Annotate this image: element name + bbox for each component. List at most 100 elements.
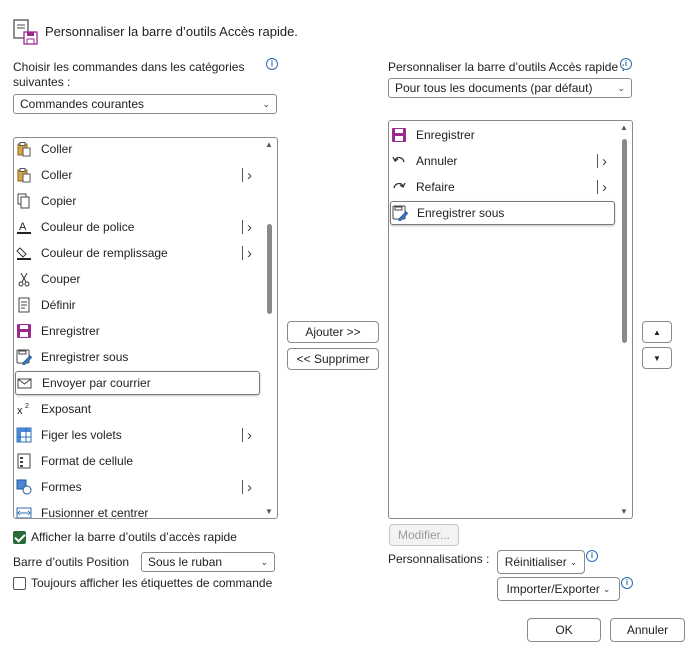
cancel-button[interactable]: Annuler (610, 618, 685, 642)
remove-button[interactable]: << Supprimer (287, 348, 379, 370)
list-item[interactable]: Format de cellule (15, 449, 260, 473)
category-select-value: Commandes courantes (20, 97, 145, 111)
list-item-label: Copier (41, 194, 77, 208)
list-item[interactable]: Envoyer par courrier (15, 371, 260, 395)
modify-button[interactable]: Modifier... (389, 524, 459, 546)
list-item-label: Enregistrer (416, 128, 475, 142)
list-item-label: Couper (41, 272, 81, 286)
list-item[interactable]: x 2 Exposant (15, 397, 260, 421)
list-item[interactable]: Enregistrer sous (390, 201, 615, 225)
mail-icon (16, 374, 34, 392)
list-item-label: Enregistrer sous (41, 350, 129, 364)
list-item[interactable]: Copier (15, 189, 260, 213)
always-show-labels-label: Toujours afficher les étiquettes de comm… (31, 576, 273, 590)
commands-listbox[interactable]: Coller Coller › Copier A Couleur de police › Co… (13, 137, 278, 519)
choose-commands-label-line2: suivantes : (13, 75, 71, 89)
add-button[interactable]: Ajouter >> (287, 321, 379, 343)
toolbar-position-value: Sous le ruban (148, 555, 223, 569)
info-icon[interactable]: i (266, 58, 278, 70)
list-item[interactable]: Figer les volets › (15, 423, 260, 447)
scroll-thumb[interactable] (267, 224, 272, 314)
category-select[interactable]: Commandes courantes ⌄ (13, 94, 277, 114)
triangle-down-icon: ▼ (653, 353, 661, 363)
list-item-label: Envoyer par courrier (42, 376, 151, 390)
chevron-down-icon: ⌄ (602, 583, 611, 594)
list-item[interactable]: Formes › (15, 475, 260, 499)
chevron-right-icon: › (242, 215, 252, 239)
list-item-label: Annuler (416, 154, 458, 168)
chevron-down-icon: ⌄ (260, 556, 268, 567)
list-item[interactable]: Enregistrer (390, 123, 615, 147)
clipboard-paste-icon (15, 166, 33, 184)
choose-commands-label-line1: Choisir les commandes dans les catégorie… (13, 60, 245, 74)
list-item[interactable]: Enregistrer (15, 319, 260, 343)
commands-scrollbar[interactable]: ▲ ▼ (263, 138, 275, 518)
redo-icon (390, 178, 408, 196)
choose-commands-label: Choisir les commandes dans les catégorie… (13, 60, 244, 90)
chevron-right-icon: › (242, 423, 252, 447)
ok-button[interactable]: OK (527, 618, 601, 642)
quick-access-toolbar-icon (12, 18, 40, 46)
info-icon[interactable]: i (621, 577, 633, 589)
list-item-label: Couleur de police (41, 220, 135, 234)
scroll-thumb[interactable] (622, 139, 627, 343)
customizations-label: Personnalisations : (388, 552, 490, 566)
list-item[interactable]: Annuler › (390, 149, 615, 173)
shapes-icon (15, 478, 33, 496)
list-item[interactable]: Enregistrer sous (15, 345, 260, 369)
scissors-icon (15, 270, 33, 288)
toolbar-position-label: Barre d’outils Position (13, 555, 130, 569)
list-item[interactable]: Couper (15, 267, 260, 291)
list-item[interactable]: A Couleur de police › (15, 215, 260, 239)
fill-color-icon (15, 244, 33, 262)
scroll-up-icon[interactable]: ▲ (263, 140, 275, 149)
list-item-label: Définir (41, 298, 76, 312)
svg-text:A: A (19, 221, 27, 233)
undo-icon (390, 152, 408, 170)
list-item[interactable]: Fusionner et centrer (15, 501, 260, 519)
save-as-icon (15, 348, 33, 366)
import-export-button-label: Importer/Exporter (506, 582, 600, 596)
always-show-labels-checkbox[interactable] (13, 577, 26, 590)
move-down-button[interactable]: ▼ (642, 347, 672, 369)
save-as-icon (391, 204, 409, 222)
list-item-label: Coller (41, 142, 73, 156)
list-item-label: Refaire (416, 180, 455, 194)
show-toolbar-checkbox[interactable] (13, 531, 26, 544)
scroll-down-icon[interactable]: ▼ (263, 507, 275, 516)
list-item-label: Format de cellule (41, 454, 134, 468)
list-item[interactable]: Définir (15, 293, 260, 317)
scroll-up-icon[interactable]: ▲ (618, 123, 630, 132)
list-item[interactable]: Couleur de remplissage › (15, 241, 260, 265)
reset-button-label: Réinitialiser (504, 555, 567, 569)
format-cells-icon (15, 452, 33, 470)
list-item-label: Fusionner et centrer (41, 506, 149, 519)
import-export-button[interactable]: Importer/Exporter ⌄ (497, 577, 620, 601)
triangle-up-icon: ▲ (653, 327, 661, 337)
list-item-label: Enregistrer (41, 324, 100, 338)
list-item-label: Couleur de remplissage (41, 246, 168, 260)
chevron-right-icon: › (597, 175, 607, 199)
chevron-down-icon: ⌄ (262, 98, 270, 109)
toolbar-commands-listbox[interactable]: Enregistrer Annuler › Refaire › Enregistrer s… (388, 120, 633, 519)
merge-center-icon (15, 504, 33, 518)
list-item[interactable]: Coller (15, 138, 260, 161)
info-icon[interactable]: i (586, 550, 598, 562)
list-item[interactable]: Coller › (15, 163, 260, 187)
list-item[interactable]: Refaire › (390, 175, 615, 199)
freeze-panes-icon (15, 426, 33, 444)
toolbar-position-select[interactable]: Sous le ruban ⌄ (141, 552, 275, 572)
list-item-label: Exposant (41, 402, 92, 416)
scope-select[interactable]: Pour tous les documents (par défaut) ⌄ (388, 78, 632, 98)
move-up-button[interactable]: ▲ (642, 321, 672, 343)
svg-text:2: 2 (25, 403, 29, 410)
save-icon (390, 126, 408, 144)
list-item-label: Figer les volets (41, 428, 122, 442)
chevron-down-icon: ⌄ (617, 82, 625, 93)
svg-text:x: x (17, 405, 23, 417)
copy-icon (15, 192, 33, 210)
toolbar-commands-scrollbar[interactable]: ▲ ▼ (618, 121, 630, 518)
reset-button[interactable]: Réinitialiser ⌄ (497, 550, 585, 574)
info-icon[interactable]: i (620, 58, 632, 70)
scroll-down-icon[interactable]: ▼ (618, 507, 630, 516)
